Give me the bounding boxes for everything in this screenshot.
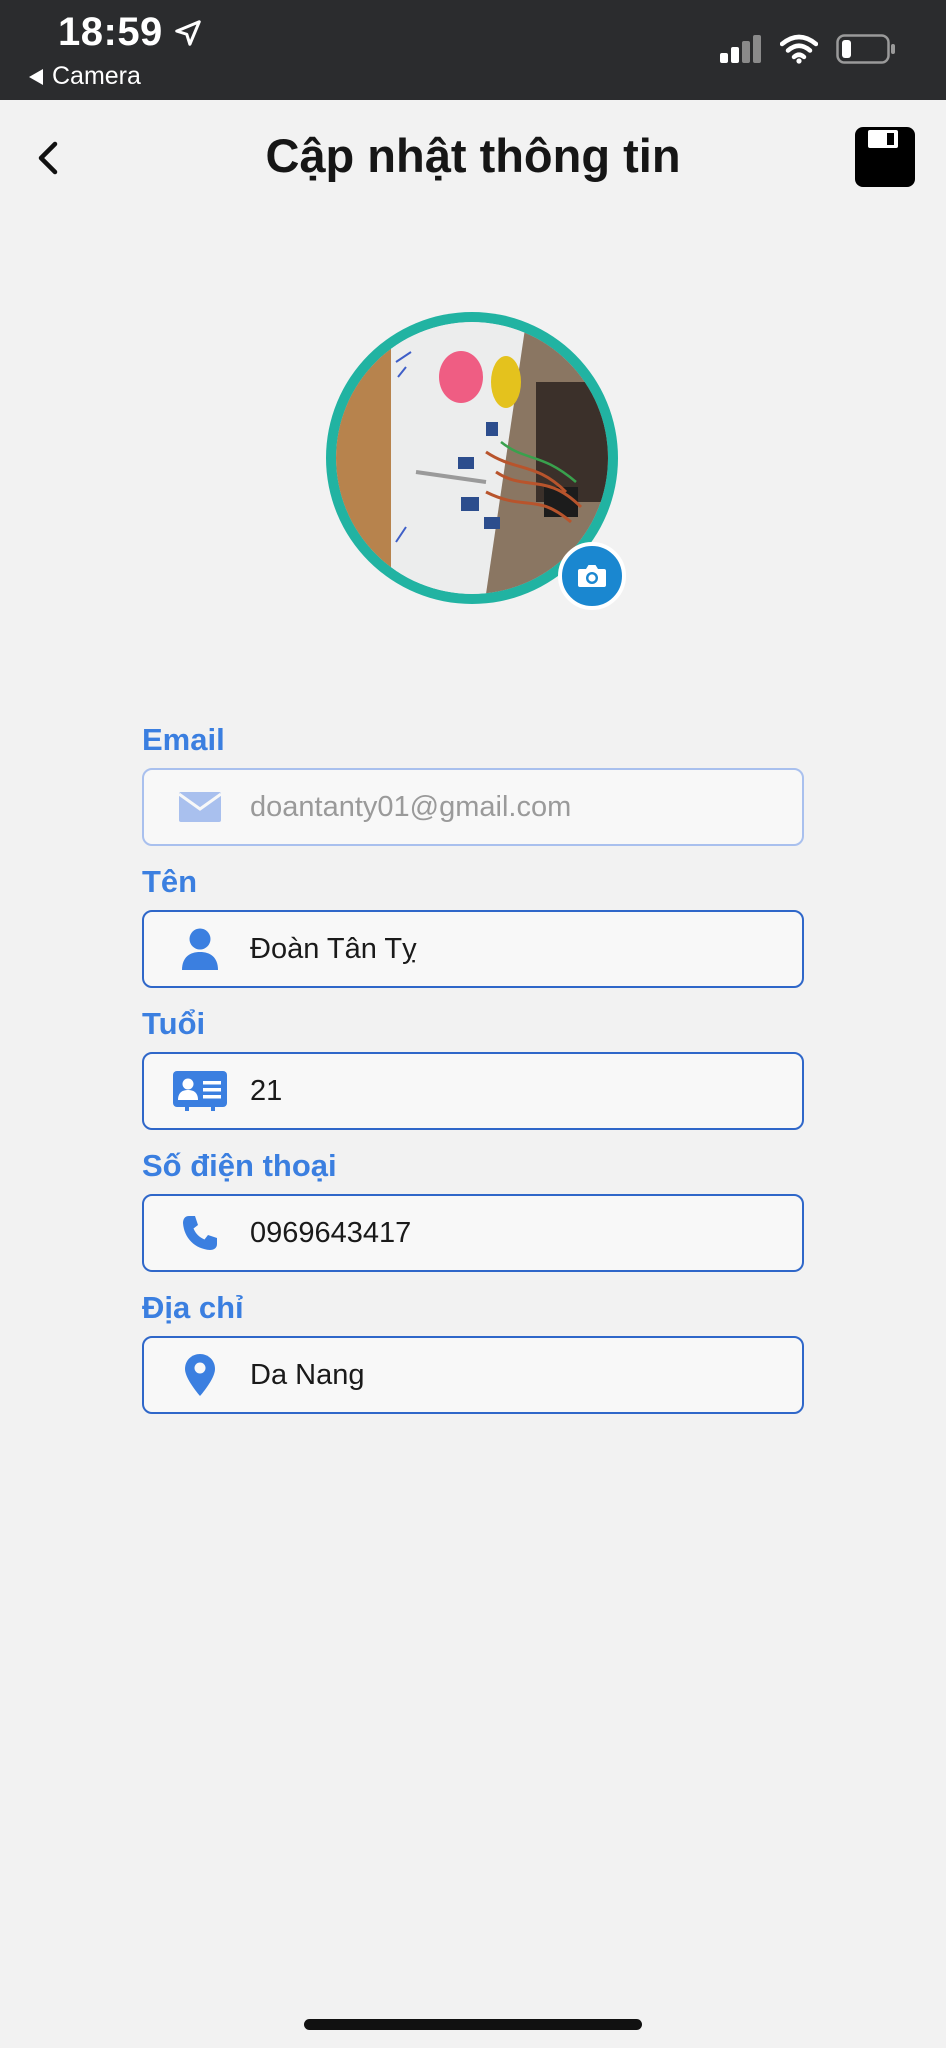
change-photo-button[interactable] (558, 542, 626, 610)
phone-field[interactable] (142, 1194, 804, 1272)
email-label: Email (142, 722, 225, 757)
user-icon (164, 928, 236, 970)
status-time: 18:59 (58, 10, 203, 55)
location-arrow-icon (175, 19, 201, 46)
phone-label: Số điện thoại (142, 1148, 337, 1183)
back-triangle-icon (29, 68, 43, 85)
address-input[interactable] (250, 1338, 802, 1412)
back-to-app[interactable]: Camera (28, 62, 141, 91)
age-input[interactable] (250, 1054, 802, 1128)
avatar-container (326, 312, 626, 610)
name-field[interactable] (142, 910, 804, 988)
age-field[interactable] (142, 1052, 804, 1130)
phone-icon (164, 1214, 236, 1252)
page-title: Cập nhật thông tin (265, 129, 681, 182)
envelope-icon (164, 792, 236, 822)
phone-input[interactable] (250, 1196, 802, 1270)
age-label: Tuổi (142, 1006, 206, 1041)
home-indicator (304, 2019, 642, 2030)
signal-icon (720, 35, 761, 63)
wifi-icon (780, 34, 818, 64)
time-text: 18:59 (58, 10, 163, 54)
save-button[interactable] (854, 126, 916, 188)
address-field[interactable] (142, 1336, 804, 1414)
email-field (142, 768, 804, 846)
name-input[interactable] (250, 912, 802, 986)
floppy-disk-icon (855, 127, 915, 187)
back-app-label: Camera (52, 62, 141, 90)
location-pin-icon (164, 1354, 236, 1396)
profile-form: Email Tên Tuổi (142, 712, 804, 1422)
status-indicators (720, 34, 896, 64)
camera-icon (578, 565, 606, 587)
header: Cập nhật thông tin (0, 100, 946, 220)
status-bar: 18:59 Camera (0, 0, 946, 100)
battery-icon (836, 34, 895, 64)
name-label: Tên (142, 864, 198, 899)
address-label: Địa chỉ (142, 1290, 244, 1325)
email-input (250, 770, 802, 844)
id-card-icon (164, 1071, 236, 1111)
